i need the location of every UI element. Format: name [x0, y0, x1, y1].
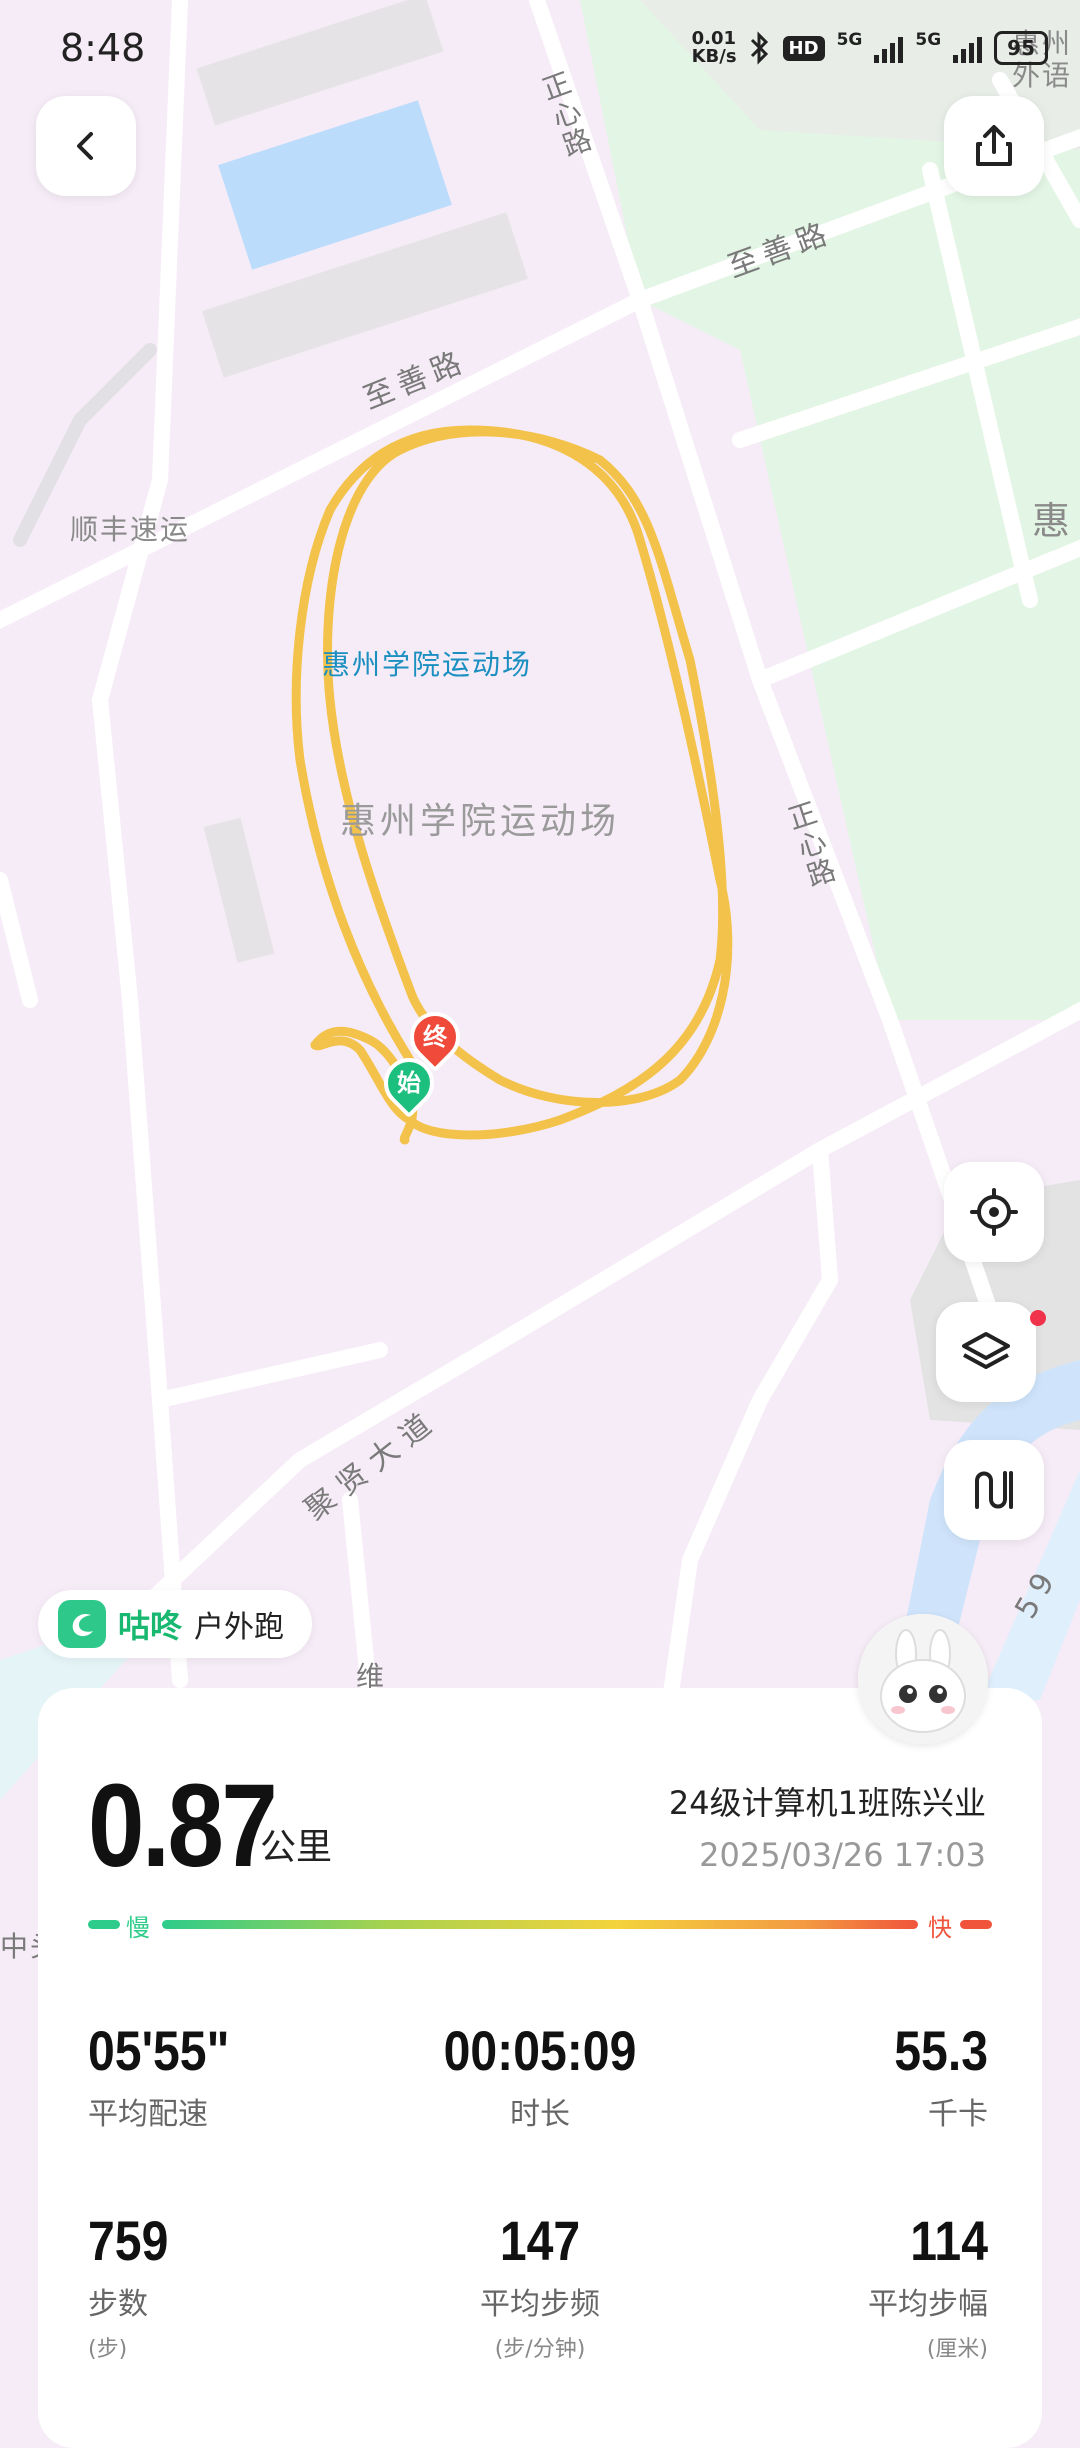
codoon-logo-icon [58, 1600, 106, 1648]
stat-calories: 55.3 千卡 [879, 2018, 988, 2133]
signal-icon-2 [953, 33, 983, 63]
poi-label-stadium: 惠州学院运动场 [322, 648, 533, 681]
slow-label: 慢 [126, 1914, 150, 1942]
app-name: 咕咚 [118, 1607, 183, 1645]
cadence-label: 平均步频 [480, 2287, 600, 2322]
route-style-button[interactable] [944, 1440, 1044, 1540]
calories-value: 55.3 [894, 2019, 988, 2082]
stat-steps: 759 步数 (步) [88, 2208, 181, 2363]
net-speed-unit: KB/s [691, 46, 737, 67]
sim1-label: 5G [836, 30, 863, 50]
poi-label-shunfeng: 顺丰速运 [70, 513, 191, 546]
summary-card: 0.87 公里 24级计算机1班陈兴业 2025/03/26 17:03 慢 快… [38, 1688, 1042, 2448]
net-speed: 0.01 KB/s [692, 30, 737, 66]
battery-indicator: 95 [994, 31, 1048, 65]
fast-segment [960, 1920, 992, 1929]
user-name: 24级计算机1班陈兴业 [668, 1784, 986, 1822]
cadence-unit: (步/分钟) [494, 2337, 586, 2362]
status-bar: 8:48 0.01 KB/s HD 5G 5G 95 [0, 0, 1080, 100]
back-button[interactable] [36, 96, 136, 196]
start-marker-label: 始 [397, 1069, 421, 1097]
hd-badge: HD [782, 35, 825, 61]
route-curve-icon [975, 1471, 1013, 1509]
avg-pace-value: 05'55" [88, 2019, 230, 2082]
end-marker-label: 终 [423, 1023, 447, 1051]
duration-value: 00:05:09 [443, 2019, 637, 2082]
slow-segment [88, 1920, 120, 1929]
steps-unit: (步) [88, 2337, 128, 2362]
stat-stride: 114 平均步幅 (厘米) [868, 2208, 988, 2363]
share-button[interactable] [944, 96, 1044, 196]
stride-value: 114 [910, 2209, 988, 2272]
calories-label: 千卡 [928, 2097, 988, 2132]
run-datetime: 2025/03/26 17:03 [699, 1836, 986, 1874]
distance-unit: 公里 [260, 1827, 333, 1868]
cadence-value: 147 [499, 2209, 581, 2272]
bluetooth-icon [750, 31, 768, 65]
status-time: 8:48 [60, 26, 146, 70]
app-badge: 咕咚 户外跑 [38, 1590, 313, 1658]
bunny-avatar-icon [858, 1614, 988, 1744]
duration-label: 时长 [510, 2097, 570, 2132]
layers-button[interactable] [936, 1302, 1046, 1402]
status-icons: 0.01 KB/s HD 5G 5G 95 [692, 30, 1048, 66]
avg-pace-label: 平均配速 [88, 2097, 208, 2132]
sim2-label: 5G [915, 30, 942, 50]
locate-button[interactable] [944, 1162, 1044, 1262]
activity-type: 户外跑 [194, 1610, 285, 1645]
stat-avg-pace: 05'55" 平均配速 [88, 2018, 252, 2133]
area-label-hui: 惠 [1032, 499, 1073, 543]
chevron-left-icon [77, 132, 93, 160]
locate-icon [970, 1188, 1018, 1236]
steps-label: 步数 [88, 2287, 148, 2322]
layers-icon [962, 1332, 1010, 1369]
distance-value: 0.87 [88, 1760, 278, 1892]
pace-gradient [162, 1920, 918, 1929]
stride-unit: (厘米) [926, 2337, 988, 2362]
signal-icon [874, 33, 904, 63]
stat-duration: 00:05:09 时长 [390, 2018, 690, 2133]
fast-label: 快 [928, 1914, 952, 1942]
stride-label: 平均步幅 [868, 2287, 988, 2322]
stat-cadence: 147 平均步频 (步/分钟) [390, 2208, 690, 2363]
notification-dot [1030, 1310, 1046, 1326]
avatar[interactable] [858, 1614, 988, 1744]
share-icon [976, 125, 1012, 166]
pace-color-bar: 慢 快 [88, 1914, 992, 1942]
steps-value: 759 [88, 2209, 169, 2272]
area-label-stadium: 惠州学院运动场 [340, 801, 621, 842]
